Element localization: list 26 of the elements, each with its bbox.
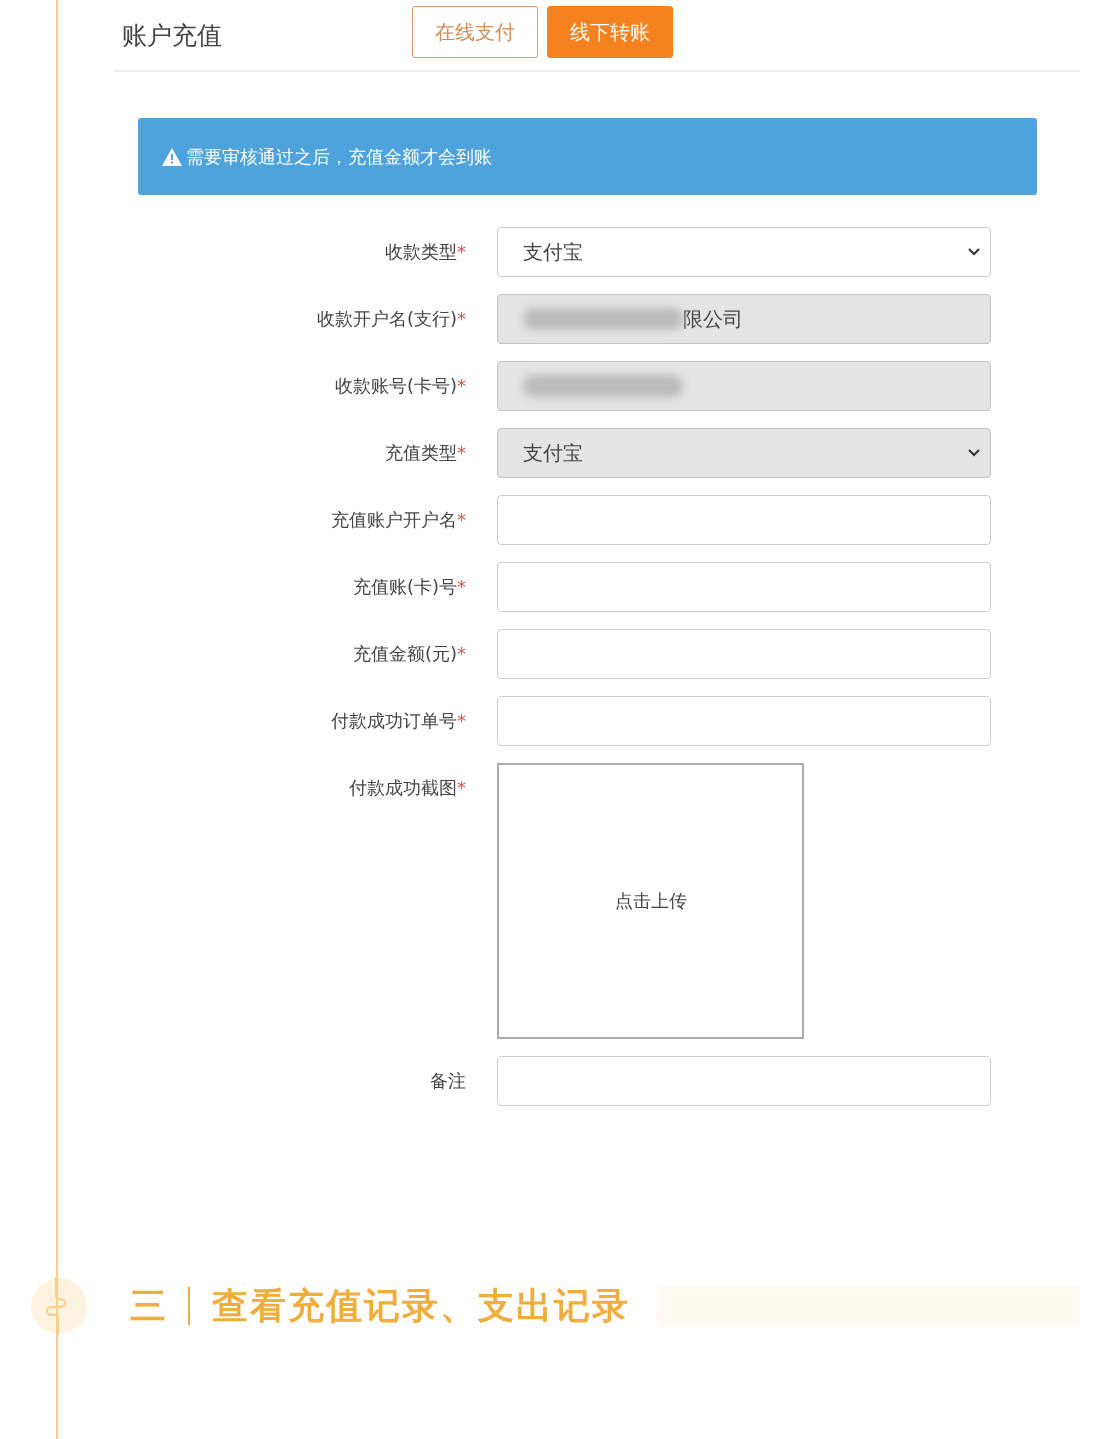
- field-label: 充值金额(元)*: [351, 642, 467, 666]
- input-field[interactable]: [497, 696, 991, 746]
- alert-message: 需要审核通过之后，充值金额才会到账: [186, 144, 492, 169]
- dropdown[interactable]: 支付宝: [497, 227, 991, 277]
- field-label: 付款成功订单号*: [330, 709, 467, 733]
- field-label: 收款账号(卡号)*: [333, 374, 467, 398]
- input-field[interactable]: [497, 495, 991, 545]
- input-field[interactable]: [497, 1056, 991, 1106]
- field-label: 充值类型*: [384, 441, 467, 465]
- field-label: 充值账(卡)号*: [351, 575, 467, 599]
- field-label: 收款类型*: [384, 240, 467, 264]
- upload-area[interactable]: 点击上传: [497, 763, 804, 1039]
- chevron-down-icon: [968, 248, 980, 256]
- field-label: 收款开户名(支行)*: [315, 307, 467, 331]
- section-heading: 查看充值记录、支出记录: [212, 1283, 630, 1328]
- warning-icon: [162, 147, 182, 166]
- input-field[interactable]: [497, 562, 991, 612]
- field-label: 付款成功截图*: [348, 776, 467, 800]
- field-label: 备注: [429, 1069, 467, 1093]
- field-label: 充值账户开户名*: [330, 508, 467, 532]
- page-title: 账户充值: [121, 19, 223, 52]
- pipe-icon: [30, 1277, 88, 1335]
- input-field[interactable]: [497, 629, 991, 679]
- chevron-down-icon: [968, 449, 980, 457]
- input-field: 限公司: [497, 294, 991, 344]
- section-number: 三: [130, 1283, 166, 1328]
